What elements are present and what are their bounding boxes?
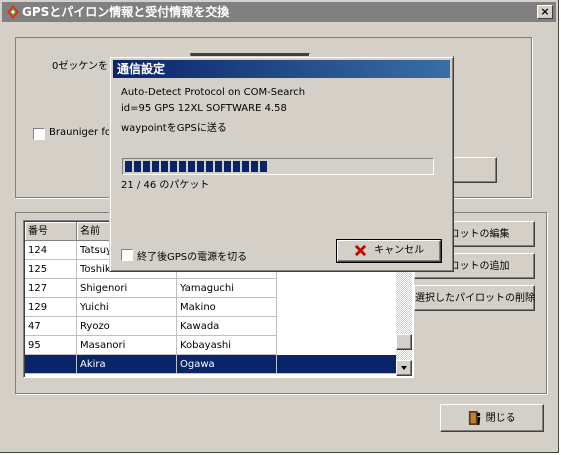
- progress-chunk: [152, 161, 159, 172]
- bib-label: 0ゼッケンを: [52, 61, 109, 72]
- table-cell-last: Ogawa: [177, 355, 277, 374]
- table-cell-filler: [277, 298, 397, 317]
- scroll-down-button[interactable]: [396, 360, 412, 376]
- table-row[interactable]: 95 Masanori Kobayashi: [25, 336, 397, 355]
- brauniger-label: Brauniger for: [49, 127, 116, 138]
- operation-text: waypointをGPSに送る: [121, 123, 227, 134]
- table-cell-id: 125: [25, 260, 77, 279]
- delete-pilot-label: 選択したパイロットの削除: [415, 293, 535, 304]
- table-row[interactable]: Akira Ogawa: [25, 355, 397, 374]
- device-id-text: id=95 GPS 12XL SOFTWARE 4.58: [121, 103, 287, 114]
- progress-chunk: [233, 161, 240, 172]
- gps-pin-icon: [7, 5, 19, 19]
- close-glyph: ×: [540, 5, 550, 18]
- progress-chunk: [197, 161, 204, 172]
- delete-pilot-button[interactable]: 選択したパイロットの削除: [414, 285, 535, 311]
- table-cell-id: [25, 355, 77, 374]
- table-cell-id: 127: [25, 279, 77, 298]
- table-row[interactable]: 127 Shigenori Yamaguchi: [25, 279, 397, 298]
- power-off-label: 終了後GPSの電源を切る: [137, 252, 248, 263]
- progress-chunk: [170, 161, 177, 172]
- table-cell-id: 47: [25, 317, 77, 336]
- dialog-title: 通信設定: [117, 62, 166, 76]
- red-x-icon: [354, 244, 367, 256]
- main-titlebar: GPSとパイロン情報と受付情報を交換 ×: [2, 2, 556, 22]
- table-cell-filler: [277, 279, 397, 298]
- table-cell-filler: [277, 317, 397, 336]
- dialog-titlebar: 通信設定: [113, 60, 450, 78]
- progress-chunk: [134, 161, 141, 172]
- progress-chunk: [188, 161, 195, 172]
- table-cell-first: Akira: [77, 355, 177, 374]
- progress-chunk: [125, 161, 132, 172]
- scroll-thumb[interactable]: [396, 334, 412, 350]
- table-cell-id: 129: [25, 298, 77, 317]
- window-close-button[interactable]: ×: [537, 5, 553, 19]
- table-cell-first: Shigenori: [77, 279, 177, 298]
- comm-settings-dialog: 通信設定 Auto-Detect Protocol on COM-Search …: [109, 56, 454, 272]
- window-title: GPSとパイロン情報と受付情報を交換: [22, 5, 230, 19]
- table-cell-last: Kawada: [177, 317, 277, 336]
- brauniger-checkbox[interactable]: [33, 128, 45, 140]
- cancel-label: キャンセル: [374, 245, 425, 256]
- progress-chunk: [224, 161, 231, 172]
- progress-chunk: [179, 161, 186, 172]
- hidden-action-button[interactable]: [448, 157, 497, 183]
- progress-chunk: [215, 161, 222, 172]
- progress-chunk: [260, 161, 267, 172]
- table-row[interactable]: 47 Ryozo Kawada: [25, 317, 397, 336]
- progress-chunk: [206, 161, 213, 172]
- progress-chunk: [161, 161, 168, 172]
- progress-chunk: [143, 161, 150, 172]
- close-button-label: 閉じる: [485, 413, 516, 424]
- header-number[interactable]: 番号: [25, 222, 77, 241]
- table-cell-filler: [277, 355, 397, 374]
- cancel-button[interactable]: キャンセル: [336, 239, 442, 263]
- scroll-down-arrow-icon: [401, 366, 407, 370]
- table-row[interactable]: 129 Yuichi Makino: [25, 298, 397, 317]
- table-cell-first: Yuichi: [77, 298, 177, 317]
- table-cell-filler: [277, 336, 397, 355]
- door-person-icon: [469, 411, 481, 425]
- packet-progress-bar: [122, 158, 434, 175]
- table-cell-first: Masanori: [77, 336, 177, 355]
- table-cell-first: Ryozo: [77, 317, 177, 336]
- packet-count-text: 21 / 46 のパケット: [121, 180, 210, 191]
- table-cell-id: 124: [25, 241, 77, 260]
- table-cell-id: 95: [25, 336, 77, 355]
- table-cell-last: Kobayashi: [177, 336, 277, 355]
- protocol-text: Auto-Detect Protocol on COM-Search: [121, 87, 306, 98]
- table-cell-last: Yamaguchi: [177, 279, 277, 298]
- power-off-checkbox[interactable]: [121, 249, 133, 261]
- progress-chunk: [251, 161, 258, 172]
- table-cell-last: Makino: [177, 298, 277, 317]
- close-button[interactable]: 閉じる: [440, 404, 544, 432]
- progress-chunk: [242, 161, 249, 172]
